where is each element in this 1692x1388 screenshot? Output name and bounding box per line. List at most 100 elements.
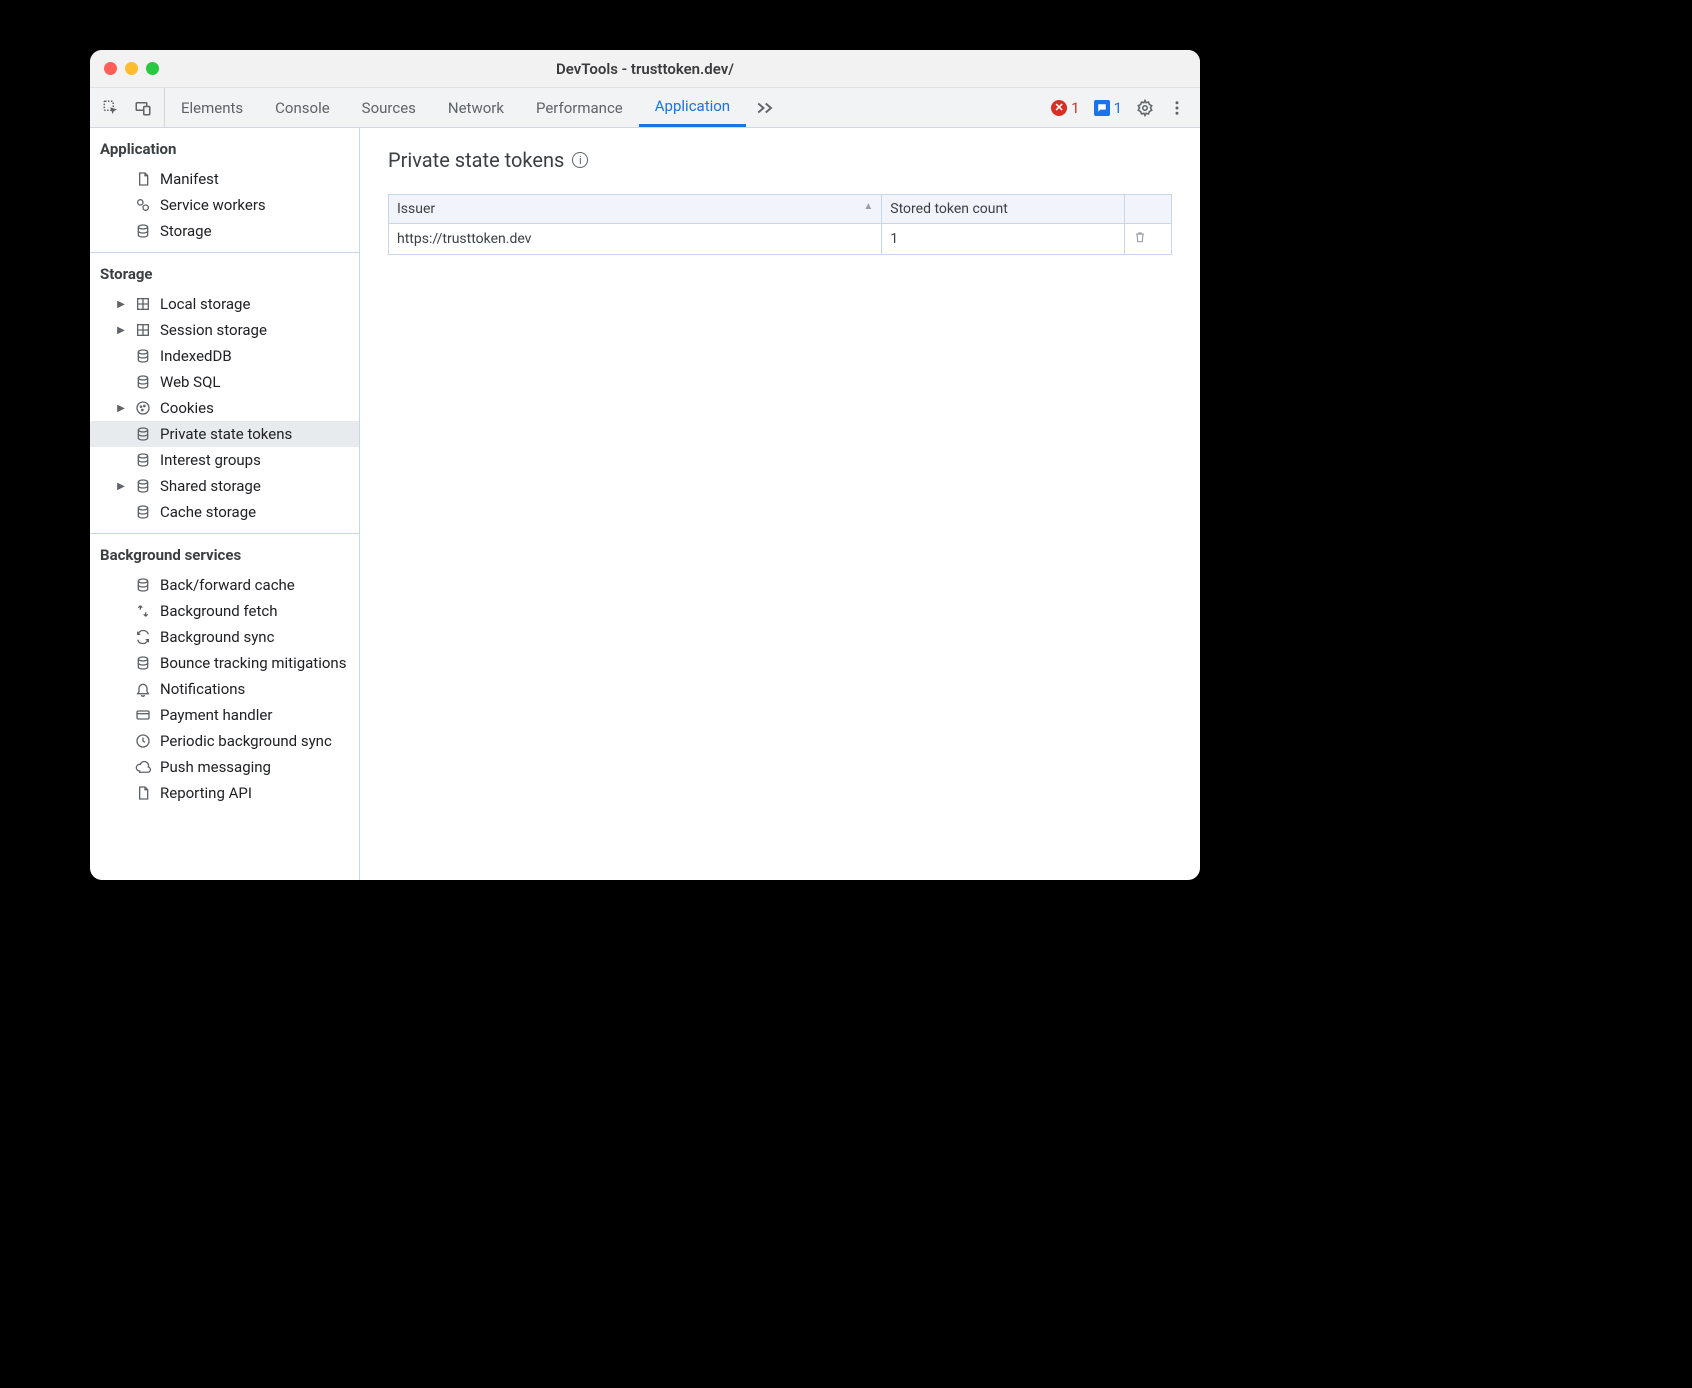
file-icon [134, 784, 152, 802]
tab-performance[interactable]: Performance [520, 88, 639, 127]
sidebar-item-label: Bounce tracking mitigations [160, 654, 346, 672]
col-header-count[interactable]: Stored token count [882, 195, 1125, 224]
sidebar-item-background-sync[interactable]: ▶ Background sync [90, 624, 359, 650]
expand-arrow-icon[interactable]: ▶ [116, 481, 126, 492]
error-icon: ✕ [1051, 100, 1067, 116]
panel-title-text: Private state tokens [388, 148, 564, 172]
sidebar-item-reporting-api[interactable]: ▶ Reporting API [90, 780, 359, 806]
col-header-label: Stored token count [890, 201, 1008, 217]
clock-icon [134, 732, 152, 750]
sidebar-item-label: Cookies [160, 399, 214, 417]
database-icon [134, 477, 152, 495]
sidebar-section-storage: Storage ▶ Local storage ▶ Session storag… [90, 253, 359, 534]
table-row[interactable]: https://trusttoken.dev 1 [389, 224, 1172, 255]
database-icon [134, 373, 152, 391]
message-icon [1094, 100, 1110, 116]
card-icon [134, 706, 152, 724]
tokens-table: Issuer ▲ Stored token count https://trus… [388, 194, 1172, 255]
minimize-window-button[interactable] [125, 62, 138, 75]
sync-icon [134, 628, 152, 646]
sidebar-item-label: Web SQL [160, 373, 220, 391]
settings-icon[interactable] [1136, 99, 1154, 117]
message-count-badge[interactable]: 1 [1094, 99, 1122, 117]
more-tabs-icon[interactable] [746, 88, 784, 127]
col-header-issuer[interactable]: Issuer ▲ [389, 195, 882, 224]
sidebar-item-storage[interactable]: ▶ Storage [90, 218, 359, 244]
sidebar-item-label: Push messaging [160, 758, 271, 776]
sidebar-item-label: Manifest [160, 170, 219, 188]
tab-sources[interactable]: Sources [346, 88, 432, 127]
tab-network[interactable]: Network [432, 88, 520, 127]
sidebar-item-bf-cache[interactable]: ▶ Back/forward cache [90, 572, 359, 598]
gears-icon [134, 196, 152, 214]
sidebar-item-label: Background fetch [160, 602, 277, 620]
expand-arrow-icon[interactable]: ▶ [116, 299, 126, 310]
sidebar-item-session-storage[interactable]: ▶ Session storage [90, 317, 359, 343]
cookie-icon [134, 399, 152, 417]
sidebar-item-notifications[interactable]: ▶ Notifications [90, 676, 359, 702]
window-title: DevTools - trusttoken.dev/ [90, 60, 1200, 78]
database-icon [134, 425, 152, 443]
device-toggle-icon[interactable] [134, 99, 152, 117]
sidebar-item-label: Local storage [160, 295, 250, 313]
fetch-icon [134, 602, 152, 620]
sidebar-item-label: Interest groups [160, 451, 261, 469]
sidebar-item-label: Notifications [160, 680, 245, 698]
bell-icon [134, 680, 152, 698]
fullscreen-window-button[interactable] [146, 62, 159, 75]
sidebar-item-interest-groups[interactable]: ▶ Interest groups [90, 447, 359, 473]
close-window-button[interactable] [104, 62, 117, 75]
sidebar-item-label: Cache storage [160, 503, 256, 521]
main-panel: Private state tokens i Issuer ▲ Stored t… [360, 128, 1200, 880]
sidebar-item-background-fetch[interactable]: ▶ Background fetch [90, 598, 359, 624]
sidebar-item-cache-storage[interactable]: ▶ Cache storage [90, 499, 359, 525]
sidebar-item-service-workers[interactable]: ▶ Service workers [90, 192, 359, 218]
message-count: 1 [1114, 99, 1122, 117]
sort-asc-icon: ▲ [863, 201, 873, 212]
toolbar-left [90, 88, 165, 127]
tab-console[interactable]: Console [259, 88, 346, 127]
sidebar-item-bounce-tracking[interactable]: ▶ Bounce tracking mitigations [90, 650, 359, 676]
sidebar-section-background: Background services ▶ Back/forward cache… [90, 534, 359, 814]
cell-issuer: https://trusttoken.dev [389, 224, 882, 255]
inspect-element-icon[interactable] [102, 99, 120, 117]
sidebar-item-payment-handler[interactable]: ▶ Payment handler [90, 702, 359, 728]
application-sidebar[interactable]: Application ▶ Manifest ▶ Service workers… [90, 128, 360, 880]
cell-action [1125, 224, 1172, 255]
database-icon [134, 451, 152, 469]
col-header-label: Issuer [397, 201, 435, 217]
sidebar-item-push-messaging[interactable]: ▶ Push messaging [90, 754, 359, 780]
tab-application[interactable]: Application [639, 88, 746, 127]
sidebar-item-local-storage[interactable]: ▶ Local storage [90, 291, 359, 317]
sidebar-item-label: IndexedDB [160, 347, 232, 365]
traffic-lights [90, 62, 159, 75]
sidebar-item-indexeddb[interactable]: ▶ IndexedDB [90, 343, 359, 369]
database-icon [134, 222, 152, 240]
sidebar-item-private-state-tokens[interactable]: ▶ Private state tokens [90, 421, 359, 447]
expand-arrow-icon[interactable]: ▶ [116, 403, 126, 414]
kebab-menu-icon[interactable] [1168, 99, 1186, 117]
cloud-icon [134, 758, 152, 776]
database-icon [134, 503, 152, 521]
info-icon[interactable]: i [572, 152, 588, 168]
sidebar-item-shared-storage[interactable]: ▶ Shared storage [90, 473, 359, 499]
database-icon [134, 576, 152, 594]
tab-elements[interactable]: Elements [165, 88, 259, 127]
delete-icon[interactable] [1133, 230, 1147, 244]
col-header-action [1125, 195, 1172, 224]
sidebar-item-cookies[interactable]: ▶ Cookies [90, 395, 359, 421]
devtools-window: DevTools - trusttoken.dev/ Elements Cons… [90, 50, 1200, 880]
sidebar-item-periodic-sync[interactable]: ▶ Periodic background sync [90, 728, 359, 754]
table-icon [134, 321, 152, 339]
titlebar: DevTools - trusttoken.dev/ [90, 50, 1200, 88]
sidebar-item-manifest[interactable]: ▶ Manifest [90, 166, 359, 192]
sidebar-item-label: Shared storage [160, 477, 261, 495]
error-count-badge[interactable]: ✕ 1 [1051, 99, 1079, 117]
cell-count: 1 [882, 224, 1125, 255]
expand-arrow-icon[interactable]: ▶ [116, 325, 126, 336]
panel-title: Private state tokens i [388, 148, 1172, 172]
sidebar-item-websql[interactable]: ▶ Web SQL [90, 369, 359, 395]
database-icon [134, 347, 152, 365]
sidebar-item-label: Reporting API [160, 784, 252, 802]
database-icon [134, 654, 152, 672]
